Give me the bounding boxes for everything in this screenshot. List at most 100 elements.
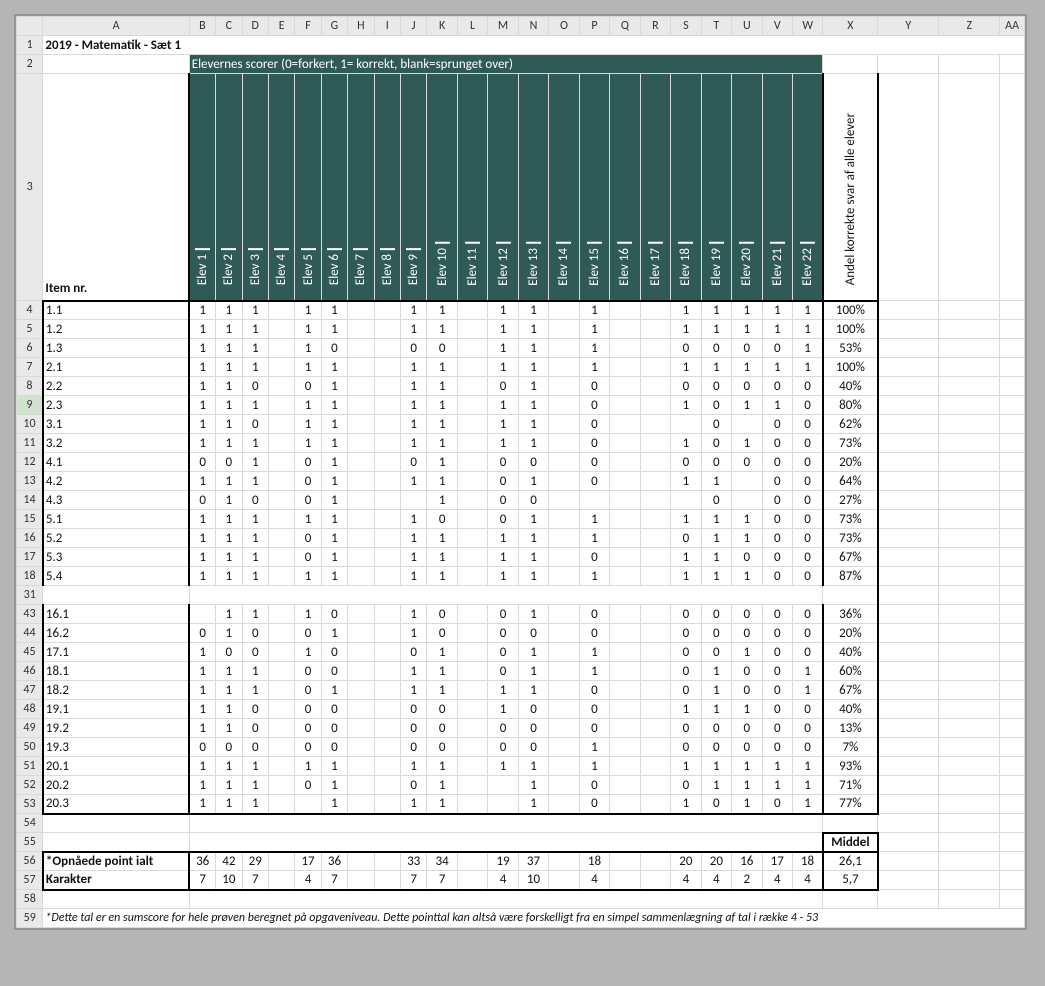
score-cell[interactable]: 0 (762, 605, 792, 624)
score-cell[interactable]: 1 (579, 567, 609, 586)
row-hdr-15[interactable]: 15 (17, 510, 43, 529)
elev-hdr[interactable]: Elev 10 (427, 74, 457, 301)
score-cell[interactable]: 1 (321, 757, 347, 776)
score-cell[interactable] (610, 567, 640, 586)
score-cell[interactable] (457, 795, 487, 814)
score-cell[interactable] (374, 529, 400, 548)
item-cell[interactable]: 19.3 (43, 738, 189, 757)
score-cell[interactable] (457, 719, 487, 738)
score-cell[interactable]: 0 (701, 491, 731, 510)
score-cell[interactable]: 1 (579, 320, 609, 339)
score-cell[interactable] (549, 795, 579, 814)
score-cell[interactable]: 1 (518, 529, 548, 548)
cell[interactable] (43, 586, 189, 605)
score-cell[interactable]: 1 (793, 301, 823, 320)
score-cell[interactable] (610, 396, 640, 415)
score-cell[interactable] (610, 377, 640, 396)
score-cell[interactable]: 0 (671, 776, 701, 795)
elev-hdr[interactable]: Elev 21 (762, 74, 792, 301)
score-cell[interactable]: 1 (400, 434, 426, 453)
score-cell[interactable] (549, 434, 579, 453)
cell[interactable] (939, 320, 1000, 339)
row-hdr-52[interactable]: 52 (17, 776, 43, 795)
score-cell[interactable]: 0 (793, 605, 823, 624)
score-cell[interactable]: 1 (321, 491, 347, 510)
score-cell[interactable] (610, 529, 640, 548)
score-cell[interactable]: 1 (242, 757, 268, 776)
score-cell[interactable]: 0 (793, 738, 823, 757)
row-hdr-45[interactable]: 45 (17, 643, 43, 662)
score-cell[interactable]: 1 (216, 795, 242, 814)
cell[interactable] (549, 871, 579, 890)
col-M[interactable]: M (488, 17, 518, 36)
middel-label[interactable]: Middel (823, 833, 878, 852)
row-hdr-46[interactable]: 46 (17, 662, 43, 681)
col-C[interactable]: C (216, 17, 242, 36)
score-cell[interactable]: 1 (518, 320, 548, 339)
score-cell[interactable] (348, 453, 374, 472)
score-cell[interactable] (457, 776, 487, 795)
score-cell[interactable] (549, 738, 579, 757)
cell[interactable] (1000, 738, 1025, 757)
cell[interactable] (823, 586, 878, 605)
score-cell[interactable]: 0 (295, 738, 321, 757)
score-cell[interactable]: 0 (427, 510, 457, 529)
score-cell[interactable]: 1 (732, 757, 762, 776)
pct-cell[interactable]: 67% (823, 548, 878, 567)
cell[interactable] (1000, 719, 1025, 738)
score-cell[interactable]: 1 (518, 681, 548, 700)
item-cell[interactable]: 18.1 (43, 662, 189, 681)
row-hdr-4[interactable]: 4 (17, 301, 43, 320)
cell[interactable] (43, 890, 189, 909)
score-cell[interactable] (348, 396, 374, 415)
score-cell[interactable] (374, 472, 400, 491)
score-cell[interactable] (640, 662, 670, 681)
row-hdr-48[interactable]: 48 (17, 700, 43, 719)
grade-label[interactable]: Karakter (43, 871, 189, 890)
score-cell[interactable] (610, 510, 640, 529)
score-cell[interactable]: 0 (427, 339, 457, 358)
score-cell[interactable]: 1 (488, 358, 518, 377)
score-cell[interactable]: 0 (671, 681, 701, 700)
cell[interactable] (823, 890, 878, 909)
cell[interactable] (1000, 74, 1025, 301)
score-cell[interactable] (457, 377, 487, 396)
score-cell[interactable]: 1 (321, 529, 347, 548)
score-cell[interactable]: 1 (216, 396, 242, 415)
item-cell[interactable]: 20.2 (43, 776, 189, 795)
score-cell[interactable]: 1 (671, 510, 701, 529)
elev-hdr[interactable]: Elev 13 (518, 74, 548, 301)
grade-middel[interactable]: 5,7 (823, 871, 878, 890)
score-cell[interactable] (610, 681, 640, 700)
score-cell[interactable] (457, 700, 487, 719)
pct-cell[interactable]: 64% (823, 472, 878, 491)
score-cell[interactable]: 1 (488, 548, 518, 567)
score-cell[interactable] (374, 776, 400, 795)
score-cell[interactable]: 0 (579, 377, 609, 396)
score-cell[interactable] (374, 434, 400, 453)
score-cell[interactable] (268, 605, 294, 624)
row-hdr-51[interactable]: 51 (17, 757, 43, 776)
score-cell[interactable] (549, 643, 579, 662)
row-hdr-13[interactable]: 13 (17, 472, 43, 491)
score-cell[interactable]: 1 (189, 643, 215, 662)
col-H[interactable]: H (348, 17, 374, 36)
score-cell[interactable]: 1 (518, 643, 548, 662)
score-cell[interactable]: 0 (732, 738, 762, 757)
pct-cell[interactable]: 73% (823, 510, 878, 529)
cell[interactable]: 7 (427, 871, 457, 890)
score-cell[interactable]: 0 (427, 605, 457, 624)
score-cell[interactable]: 0 (732, 681, 762, 700)
cell[interactable] (939, 605, 1000, 624)
score-cell[interactable]: 0 (701, 719, 731, 738)
score-cell[interactable]: 1 (732, 434, 762, 453)
cell[interactable] (823, 55, 878, 74)
row-hdr-54[interactable]: 54 (17, 814, 43, 833)
score-cell[interactable] (457, 662, 487, 681)
cell[interactable] (878, 434, 939, 453)
score-cell[interactable]: 1 (427, 377, 457, 396)
cell[interactable] (1000, 814, 1025, 833)
pct-cell[interactable]: 71% (823, 776, 878, 795)
elev-hdr[interactable]: Elev 19 (701, 74, 731, 301)
score-cell[interactable] (640, 377, 670, 396)
